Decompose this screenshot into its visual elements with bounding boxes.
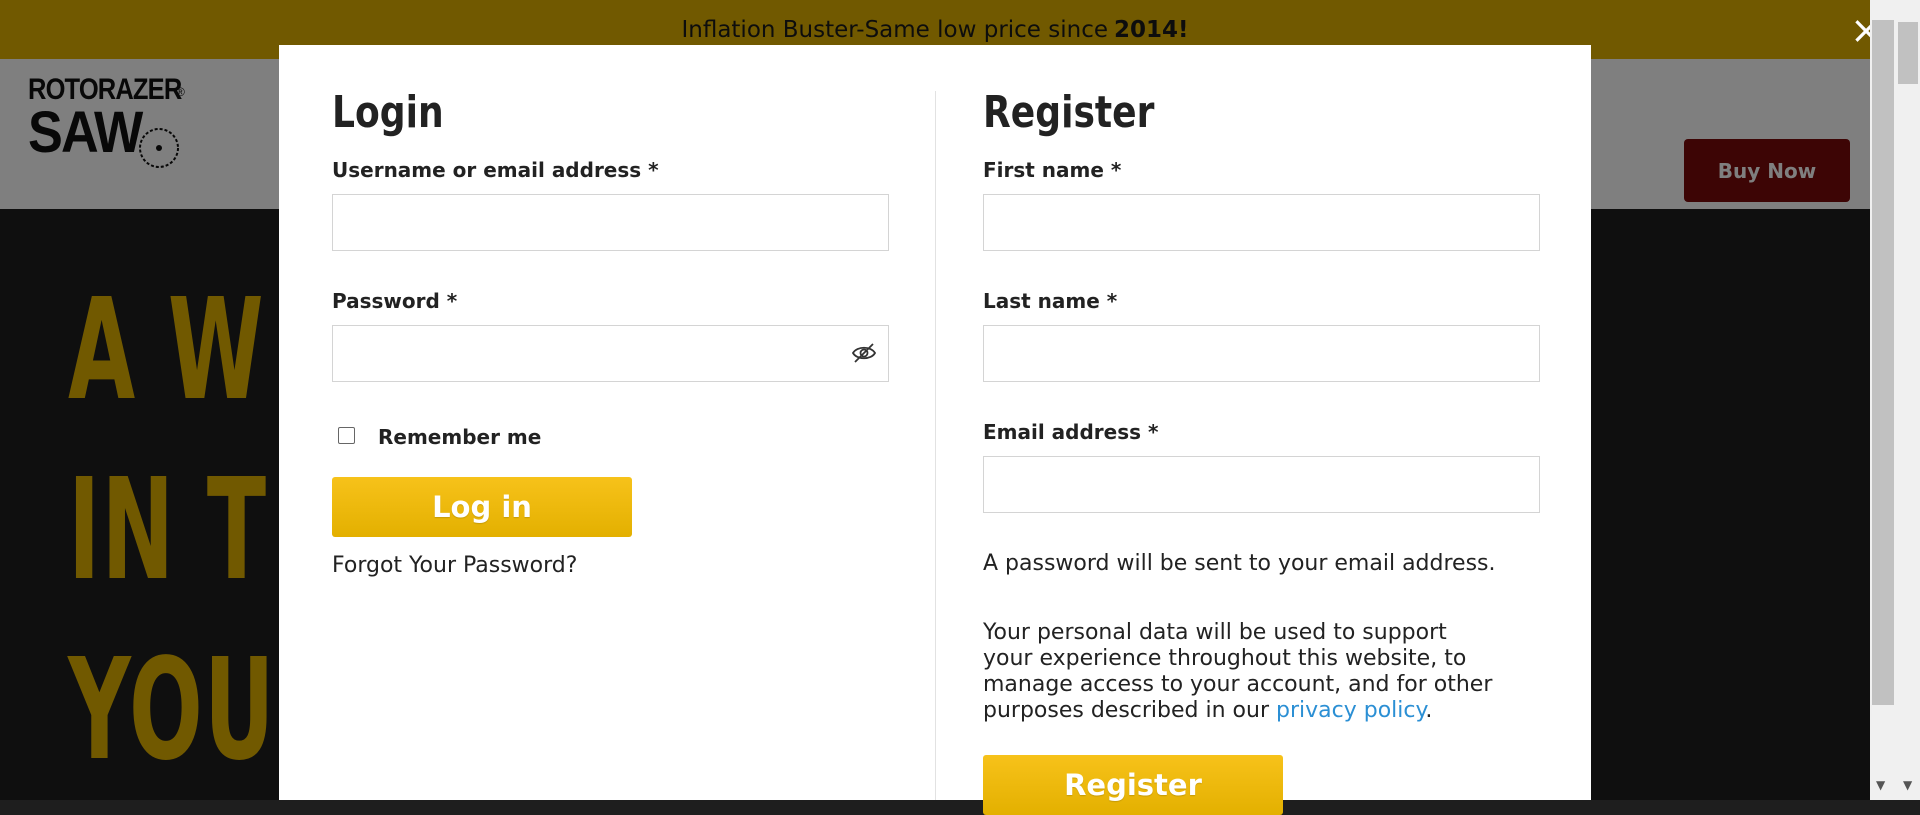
username-label: Username or email address * — [332, 158, 659, 182]
hide-password-icon[interactable] — [851, 342, 877, 364]
password-label: Password * — [332, 289, 458, 313]
scroll-down-arrow-icon[interactable]: ▼ — [1876, 778, 1885, 792]
email-input[interactable] — [983, 456, 1540, 513]
remember-me-checkbox[interactable] — [338, 427, 355, 444]
username-input[interactable] — [332, 194, 889, 251]
first-name-label: First name * — [983, 158, 1122, 182]
login-register-modal: Login Username or email address * Passwo… — [279, 45, 1591, 815]
password-input[interactable] — [332, 325, 889, 382]
scrollbar-thumb[interactable] — [1872, 20, 1894, 705]
privacy-policy-link[interactable]: privacy policy — [1276, 698, 1425, 723]
first-name-input[interactable] — [983, 194, 1540, 251]
remember-me-label[interactable]: Remember me — [378, 425, 541, 449]
modal-scrollbar-thumb[interactable] — [1898, 22, 1918, 84]
login-title: Login — [332, 87, 444, 138]
register-button[interactable]: Register — [983, 755, 1283, 815]
email-label: Email address * — [983, 420, 1159, 444]
privacy-notice-end: . — [1425, 698, 1433, 723]
log-in-button[interactable]: Log in — [332, 477, 632, 537]
register-title: Register — [983, 87, 1155, 138]
column-divider — [935, 91, 936, 800]
password-sent-note: A password will be sent to your email ad… — [983, 551, 1496, 576]
forgot-password-link[interactable]: Forgot Your Password? — [332, 553, 577, 578]
last-name-label: Last name * — [983, 289, 1118, 313]
last-name-input[interactable] — [983, 325, 1540, 382]
privacy-notice: Your personal data will be used to suppo… — [983, 620, 1503, 724]
scroll-down-arrow-icon-2[interactable]: ▼ — [1903, 778, 1912, 792]
